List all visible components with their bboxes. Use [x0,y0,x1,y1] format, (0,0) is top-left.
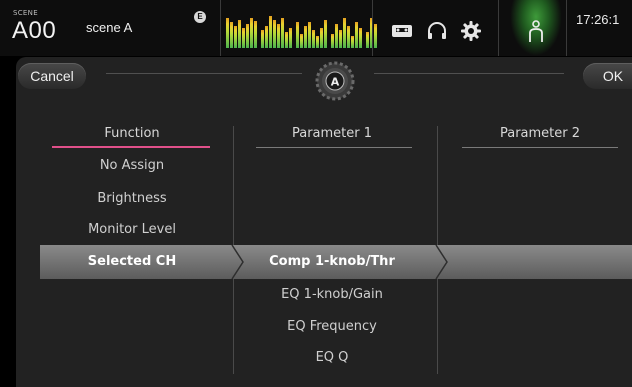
recorder-icon[interactable] [391,20,413,42]
header-line [106,73,302,74]
function-item-no-assign[interactable]: No Assign [48,158,216,173]
level-meter-bar [324,20,327,48]
divider [220,0,221,56]
level-meter-bar [273,20,276,48]
level-meter-bar [261,30,264,48]
level-meter-bar [230,22,233,48]
headphones-icon[interactable] [426,20,448,42]
parameter1-item-eq-knob-gain[interactable]: EQ 1-knob/Gain [252,287,412,302]
column-divider [437,279,438,374]
level-meter-bar [355,22,358,48]
level-meter-bar [250,18,253,48]
level-meter-bar [254,21,257,48]
parameter1-column-header: Parameter 1 [291,126,373,141]
ok-button[interactable]: OK [583,63,632,89]
chevron-right-icon [435,245,448,279]
level-meter-bar [331,34,334,48]
level-meter-bar [312,30,315,48]
column-divider [437,126,438,245]
level-meter-bar [343,18,346,48]
level-meter-bar [242,28,245,48]
level-meters[interactable] [226,14,377,48]
level-meter-bar [238,20,241,48]
settings-gear-icon[interactable] [460,20,482,42]
level-meter-bar [347,26,350,48]
column-divider [233,279,234,374]
level-meter-bar [234,26,237,48]
level-meter-bar [339,30,342,48]
level-meter-bar [359,28,362,48]
level-meter-bar [265,26,268,48]
level-meter-bar [296,22,299,48]
level-meter-bar [226,18,229,48]
function-active-underline [52,146,210,148]
level-meter-bar [366,32,369,48]
function-item-brightness[interactable]: Brightness [48,191,216,206]
chevron-right-icon [231,245,244,279]
level-meter-bar [320,28,323,48]
scene-number[interactable]: A00 [12,17,56,45]
svg-text:A: A [331,76,340,89]
scene-name[interactable]: scene A [86,20,132,35]
scene-label: SCENE [13,9,38,17]
level-meter-bar [316,36,319,48]
level-meter-bar [300,34,303,48]
level-meter-bar [281,18,284,48]
level-meter-bar [246,24,249,48]
function-item-monitor-level[interactable]: Monitor Level [48,222,216,237]
parameter1-item-eq-frequency[interactable]: EQ Frequency [252,319,412,334]
column-divider [233,126,234,245]
function-item-selected-ch[interactable]: Selected CH [48,254,216,269]
level-meter-bar [304,26,307,48]
header-line [374,73,564,74]
level-meter-bar [351,36,354,48]
parameter2-column-header: Parameter 2 [499,126,581,141]
parameter2-underline [462,147,618,148]
parameter1-item-comp-knob-thr[interactable]: Comp 1-knob/Thr [252,254,412,269]
level-meter-bar [289,28,292,48]
user-icon[interactable] [510,0,562,56]
level-meter-bar [308,22,311,48]
divider [566,0,567,56]
divider [372,0,373,56]
parameter1-item-eq-q[interactable]: EQ Q [252,350,412,365]
level-meter-bar [277,24,280,48]
divider [498,0,499,56]
level-meter-bar [335,24,338,48]
level-meter-bar [374,24,377,48]
parameter1-underline [256,147,412,148]
assign-knob-a-icon: A [315,61,355,101]
status-bar: SCENE A00 scene A E 17:26:1 [0,0,632,56]
edit-indicator-badge: E [194,11,206,23]
level-meter-bar [285,32,288,48]
level-meter-bar [269,16,272,48]
function-column-header: Function [104,126,160,141]
cancel-button[interactable]: Cancel [18,63,86,89]
clock: 17:26:1 [576,12,620,27]
